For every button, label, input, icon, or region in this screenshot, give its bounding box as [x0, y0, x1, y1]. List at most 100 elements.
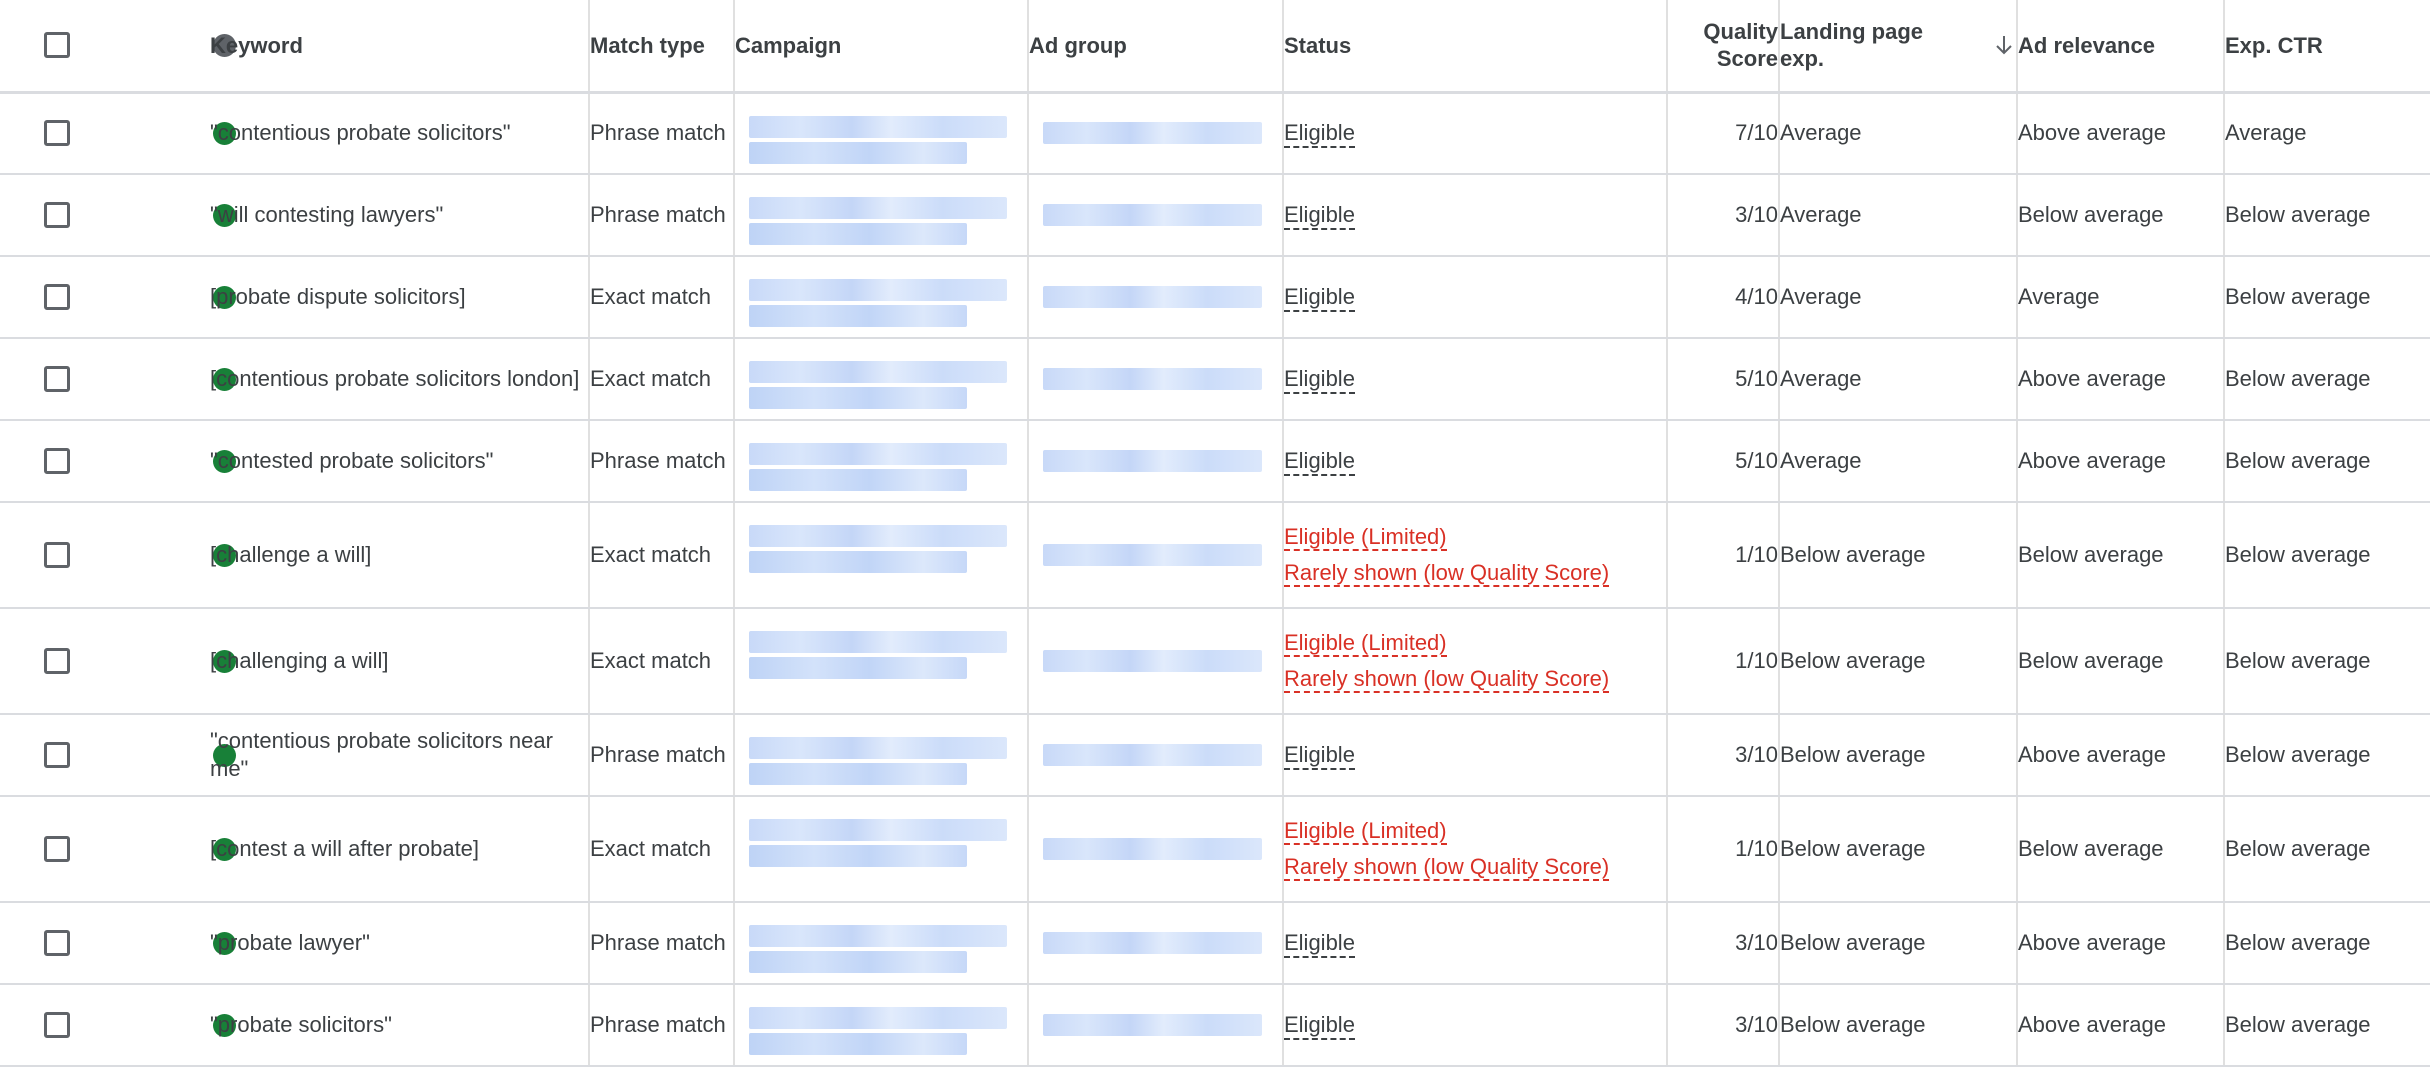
exp-ctr-text: Below average: [2225, 284, 2371, 309]
keyword-text[interactable]: "will contesting lawyers": [210, 202, 443, 227]
row-checkbox[interactable]: [44, 648, 70, 674]
campaign-cell[interactable]: [733, 984, 1028, 1067]
keyword-text[interactable]: [contest a will after probate]: [210, 836, 479, 861]
status-eligible-text[interactable]: Eligible: [1284, 742, 1355, 770]
exp-ctr-cell: Below average: [2223, 714, 2430, 797]
campaign-redacted: [749, 819, 1007, 841]
status-link[interactable]: Rarely shown (low Quality Score): [1284, 854, 1610, 881]
ad-group-cell[interactable]: [1027, 174, 1283, 257]
campaign-cell[interactable]: [733, 338, 1028, 421]
row-checkbox[interactable]: [44, 542, 70, 568]
campaign-cell[interactable]: [733, 174, 1028, 257]
keyword-cell[interactable]: "will contesting lawyers": [190, 174, 589, 257]
row-checkbox[interactable]: [44, 930, 70, 956]
ad-group-cell[interactable]: [1027, 502, 1283, 609]
keyword-text[interactable]: [probate dispute solicitors]: [210, 284, 466, 309]
keyword-text[interactable]: [contentious probate solicitors london]: [210, 366, 579, 391]
status-eligible-text[interactable]: Eligible: [1284, 930, 1355, 958]
select-all-checkbox[interactable]: [44, 32, 70, 59]
ad-group-cell[interactable]: [1027, 420, 1283, 503]
header-keyword[interactable]: Keyword: [190, 0, 589, 94]
status-link[interactable]: Eligible (Limited): [1284, 818, 1447, 845]
campaign-cell[interactable]: [733, 502, 1028, 609]
keywords-table: Keyword Match type Campaign Ad group Sta…: [0, 0, 2430, 1067]
header-ad-group[interactable]: Ad group: [1027, 0, 1283, 94]
status-reason-text: Rarely shown (low Quality Score): [1284, 853, 1666, 881]
status-eligible-text[interactable]: Eligible: [1284, 120, 1355, 149]
row-checkbox[interactable]: [44, 366, 70, 392]
row-checkbox[interactable]: [44, 448, 70, 474]
keyword-text[interactable]: "probate lawyer": [210, 930, 370, 955]
keyword-cell[interactable]: [contentious probate solicitors london]: [190, 338, 589, 421]
keyword-cell[interactable]: [contest a will after probate]: [190, 796, 589, 903]
status-eligible-text[interactable]: Eligible: [1284, 202, 1355, 230]
arrow-down-icon[interactable]: [1992, 33, 2016, 57]
campaign-cell[interactable]: [733, 256, 1028, 339]
keyword-cell[interactable]: [challenge a will]: [190, 502, 589, 609]
header-exp-ctr[interactable]: Exp. CTR: [2223, 0, 2430, 94]
status-eligible-text[interactable]: Eligible: [1284, 366, 1355, 394]
keyword-text[interactable]: [challenging a will]: [210, 648, 389, 673]
status-eligible-text[interactable]: Eligible: [1284, 284, 1355, 312]
keyword-cell[interactable]: "contested probate solicitors": [190, 420, 589, 503]
keyword-text[interactable]: [challenge a will]: [210, 542, 371, 567]
keyword-text[interactable]: "probate solicitors": [210, 1012, 392, 1037]
row-checkbox[interactable]: [44, 836, 70, 862]
campaign-cell[interactable]: [733, 902, 1028, 985]
row-checkbox[interactable]: [44, 742, 70, 768]
keyword-cell[interactable]: [challenging a will]: [190, 608, 589, 715]
campaign-cell[interactable]: [733, 796, 1028, 903]
header-match-type[interactable]: Match type: [588, 0, 734, 94]
keyword-cell[interactable]: "contentious probate solicitors": [190, 92, 589, 175]
row-checkbox[interactable]: [44, 284, 70, 310]
ad-group-cell[interactable]: [1027, 608, 1283, 715]
ad-relevance-text: Below average: [2018, 202, 2164, 227]
keyword-cell[interactable]: "probate lawyer": [190, 902, 589, 985]
quality-score-text: 5/10: [1735, 366, 1778, 391]
status-link[interactable]: Eligible (Limited): [1284, 524, 1447, 551]
campaign-redacted: [749, 1007, 1007, 1029]
status-link[interactable]: Rarely shown (low Quality Score): [1284, 666, 1610, 693]
campaign-cell[interactable]: [733, 608, 1028, 715]
keyword-text[interactable]: "contested probate solicitors": [210, 448, 493, 473]
header-select-all-cell: [0, 0, 100, 94]
status-eligible-text[interactable]: Eligible: [1284, 448, 1355, 476]
landing-page-cell: Below average: [1778, 502, 2017, 609]
ad-group-redacted: [1043, 1014, 1262, 1036]
keyword-cell[interactable]: "probate solicitors": [190, 984, 589, 1067]
header-campaign[interactable]: Campaign: [733, 0, 1028, 94]
keyword-text[interactable]: "contentious probate solicitors near me": [210, 728, 553, 781]
ad-group-cell[interactable]: [1027, 92, 1283, 175]
row-status-dot-cell: [100, 420, 236, 503]
table-row: "contentious probate solicitors near me"…: [0, 714, 2430, 797]
ad-relevance-text: Above average: [2018, 742, 2166, 767]
header-ad-relevance[interactable]: Ad relevance: [2016, 0, 2224, 94]
row-select-cell: [0, 608, 100, 715]
status-cell: Eligible: [1282, 902, 1667, 985]
ad-group-cell[interactable]: [1027, 902, 1283, 985]
status-eligible-text[interactable]: Eligible: [1284, 1012, 1355, 1040]
keyword-cell[interactable]: "contentious probate solicitors near me": [190, 714, 589, 797]
keyword-cell[interactable]: [probate dispute solicitors]: [190, 256, 589, 339]
row-checkbox[interactable]: [44, 1012, 70, 1038]
keyword-text[interactable]: "contentious probate solicitors": [210, 120, 511, 145]
match-type-text: Phrase match: [590, 202, 726, 227]
row-checkbox[interactable]: [44, 202, 70, 228]
status-link[interactable]: Rarely shown (low Quality Score): [1284, 560, 1610, 587]
ad-group-cell[interactable]: [1027, 714, 1283, 797]
header-quality-score[interactable]: Quality Score: [1666, 0, 1779, 94]
campaign-cell[interactable]: [733, 420, 1028, 503]
row-checkbox[interactable]: [44, 120, 70, 147]
ad-group-cell[interactable]: [1027, 338, 1283, 421]
header-status[interactable]: Status: [1282, 0, 1667, 94]
exp-ctr-text: Below average: [2225, 202, 2371, 227]
ad-group-cell[interactable]: [1027, 984, 1283, 1067]
campaign-cell[interactable]: [733, 714, 1028, 797]
status-link[interactable]: Eligible (Limited): [1284, 630, 1447, 657]
exp-ctr-cell: Below average: [2223, 338, 2430, 421]
ad-group-cell[interactable]: [1027, 256, 1283, 339]
header-landing-page-exp[interactable]: Landing page exp.: [1778, 0, 2017, 94]
ad-group-cell[interactable]: [1027, 796, 1283, 903]
status-cell: Eligible (Limited) Rarely shown (low Qual…: [1282, 608, 1667, 715]
campaign-cell[interactable]: [733, 92, 1028, 175]
